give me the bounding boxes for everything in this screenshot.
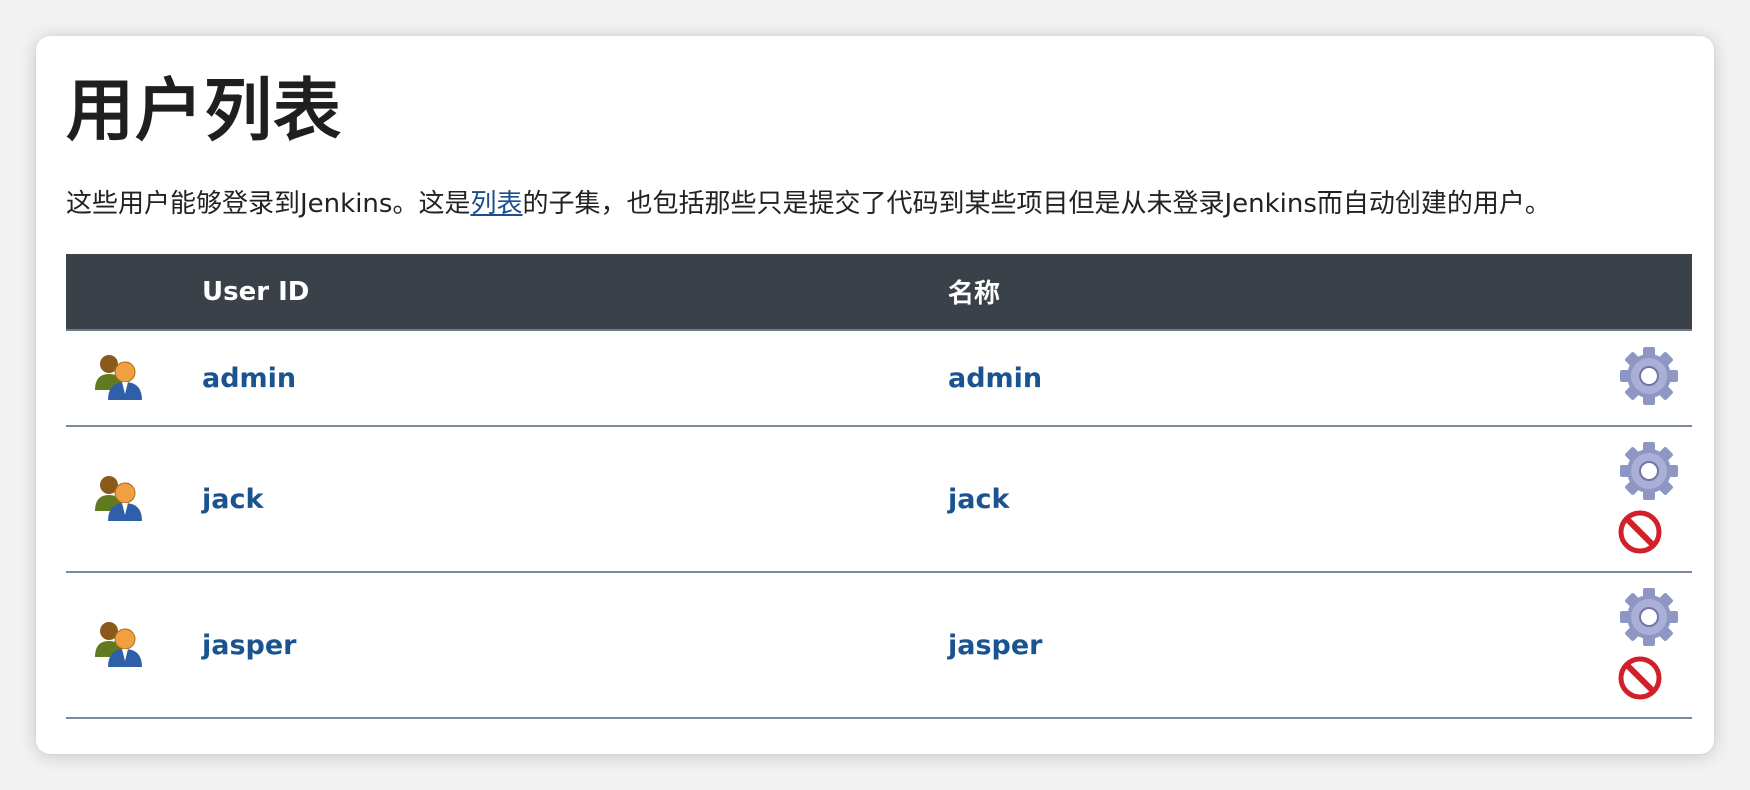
actions-cell xyxy=(1618,330,1692,427)
user-name-cell: jasper xyxy=(948,572,1618,719)
user-id-cell: jasper xyxy=(202,572,948,719)
row-actions xyxy=(1618,586,1692,704)
description-text-end: 的子集，也包括那些只是提交了代码到某些项目但是从未登录Jenkins而自动创建的… xyxy=(522,189,1551,219)
configure-user-button[interactable] xyxy=(1618,345,1680,411)
page-title: 用户列表 xyxy=(66,72,343,151)
header-actions xyxy=(1618,254,1692,331)
users-icon xyxy=(95,476,142,521)
table-row: jack jack xyxy=(66,426,1692,573)
header-name[interactable]: 名称 xyxy=(948,254,1618,331)
actions-cell xyxy=(1618,426,1692,573)
configure-user-button[interactable] xyxy=(1618,440,1680,506)
user-name-link[interactable]: jack xyxy=(948,484,1009,515)
user-id-link[interactable]: admin xyxy=(202,363,296,394)
delete-user-button[interactable] xyxy=(1618,510,1662,558)
user-name-link[interactable]: jasper xyxy=(948,630,1043,661)
delete-icon xyxy=(1618,656,1662,700)
user-id-link[interactable]: jasper xyxy=(202,630,297,661)
user-id-cell: jack xyxy=(202,426,948,573)
avatar-cell xyxy=(66,330,202,427)
description-text-start: 这些用户能够登录到Jenkins。这是 xyxy=(66,189,471,219)
users-table: User ID 名称 admin admin jack jack jasper … xyxy=(66,254,1692,719)
user-name-cell: jack xyxy=(948,426,1618,573)
table-row: admin admin xyxy=(66,330,1692,427)
user-name-link[interactable]: admin xyxy=(948,363,1042,394)
table-header-row: User ID 名称 xyxy=(66,254,1692,331)
gear-icon xyxy=(1620,347,1678,405)
users-icon xyxy=(95,355,142,400)
configure-user-button[interactable] xyxy=(1618,586,1680,652)
actions-cell xyxy=(1618,572,1692,719)
header-icon-column xyxy=(66,254,202,331)
user-name-cell: admin xyxy=(948,330,1618,427)
delete-user-button[interactable] xyxy=(1618,656,1662,704)
user-id-link[interactable]: jack xyxy=(202,484,263,515)
gear-icon xyxy=(1620,588,1678,646)
user-id-cell: admin xyxy=(202,330,948,427)
gear-icon xyxy=(1620,442,1678,500)
delete-icon xyxy=(1618,510,1662,554)
row-actions xyxy=(1618,345,1692,411)
people-list-link[interactable]: 列表 xyxy=(470,189,522,219)
user-list-panel: 用户列表 这些用户能够登录到Jenkins。这是列表的子集，也包括那些只是提交了… xyxy=(36,36,1714,754)
table-row: jasper jasper xyxy=(66,572,1692,719)
header-user-id[interactable]: User ID xyxy=(202,254,948,331)
avatar-cell xyxy=(66,426,202,573)
avatar-cell xyxy=(66,572,202,719)
users-icon xyxy=(95,622,142,667)
page-description: 这些用户能够登录到Jenkins。这是列表的子集，也包括那些只是提交了代码到某些… xyxy=(66,188,1706,222)
row-actions xyxy=(1618,440,1692,558)
